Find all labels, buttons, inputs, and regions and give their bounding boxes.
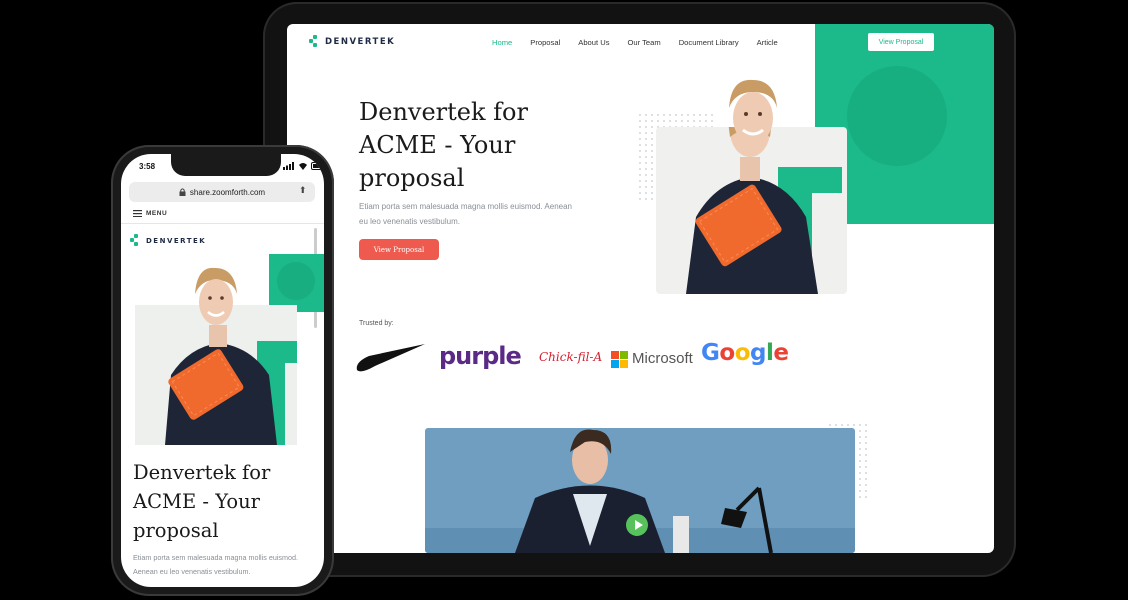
menu-toggle[interactable]: MENU <box>133 210 167 217</box>
status-time: 3:58 <box>139 162 156 171</box>
play-icon[interactable] <box>626 514 648 536</box>
phone-frame: 3:58 share.zoomforth.com ⬆ MENU DENVERTE… <box>111 145 334 596</box>
nav-item-document-library[interactable]: Document Library <box>679 38 739 47</box>
brand-chick-fil-a: Chick-fil-A <box>539 350 603 364</box>
hero-title: Denvertek for ACME - Your proposal <box>359 98 528 192</box>
hero-title: Denvertek for ACME - Your proposal <box>133 461 271 542</box>
trusted-by-label: Trusted by: <box>359 320 394 327</box>
nav-item-article[interactable]: Article <box>757 38 778 47</box>
lock-icon <box>179 188 186 196</box>
hero-photo-card <box>656 127 847 294</box>
menu-label: MENU <box>146 210 168 217</box>
video-thumbnail[interactable] <box>425 428 855 553</box>
divider <box>121 223 324 224</box>
microsoft-icon <box>611 351 629 369</box>
brand-purple: purple <box>439 342 522 370</box>
signal-icon <box>283 162 294 170</box>
brand-logo[interactable]: DENVERTEK <box>130 234 206 247</box>
hero-green-circle <box>847 66 947 166</box>
hero-subtitle: Etiam porta sem malesuada magna mollis e… <box>359 202 572 226</box>
hero-woman-head <box>195 267 237 325</box>
brand-logo[interactable]: DENVERTEK <box>309 35 395 48</box>
nav-view-proposal-button[interactable]: View Proposal <box>867 32 935 52</box>
logo-text: DENVERTEK <box>325 36 396 47</box>
nav-item-proposal[interactable]: Proposal <box>530 38 560 47</box>
address-bar[interactable]: share.zoomforth.com <box>129 182 315 202</box>
brand-google: Google <box>701 340 789 366</box>
wifi-icon <box>299 163 307 170</box>
logo-text: DENVERTEK <box>146 236 207 245</box>
share-icon[interactable]: ⬆ <box>299 185 307 196</box>
brand-logo-row: purple Chick-fil-A Microsoft Google <box>355 340 789 374</box>
denvertek-logo-icon <box>130 234 141 247</box>
device-mockup-stage: DENVERTEK Home Proposal About Us Our Tea… <box>0 0 1128 600</box>
tablet-screen: DENVERTEK Home Proposal About Us Our Tea… <box>287 24 994 553</box>
phone-notch <box>171 154 281 176</box>
hero-subtitle: Etiam porta sem malesuada magna mollis e… <box>133 553 298 576</box>
top-navigation: DENVERTEK Home Proposal About Us Our Tea… <box>287 24 994 62</box>
view-proposal-button[interactable]: View Proposal <box>359 239 439 260</box>
nav-item-our-team[interactable]: Our Team <box>628 38 661 47</box>
tablet-frame: DENVERTEK Home Proposal About Us Our Tea… <box>263 2 1016 577</box>
status-icons <box>283 162 324 170</box>
nike-swoosh-icon <box>356 344 425 372</box>
battery-icon <box>311 162 324 170</box>
hero-woman-head <box>729 79 777 144</box>
brand-microsoft: Microsoft <box>632 350 693 367</box>
address-url: share.zoomforth.com <box>189 187 266 197</box>
phone-screen: 3:58 share.zoomforth.com ⬆ MENU DENVERTE… <box>121 154 324 587</box>
hamburger-icon <box>133 210 142 217</box>
nav-item-home[interactable]: Home <box>492 38 512 47</box>
nav-menu: Home Proposal About Us Our Team Document… <box>492 38 778 47</box>
hero-green-circle <box>277 262 315 300</box>
denvertek-logo-icon <box>309 35 320 48</box>
nav-item-about-us[interactable]: About Us <box>578 38 609 47</box>
hero-woman-photo <box>686 127 842 294</box>
